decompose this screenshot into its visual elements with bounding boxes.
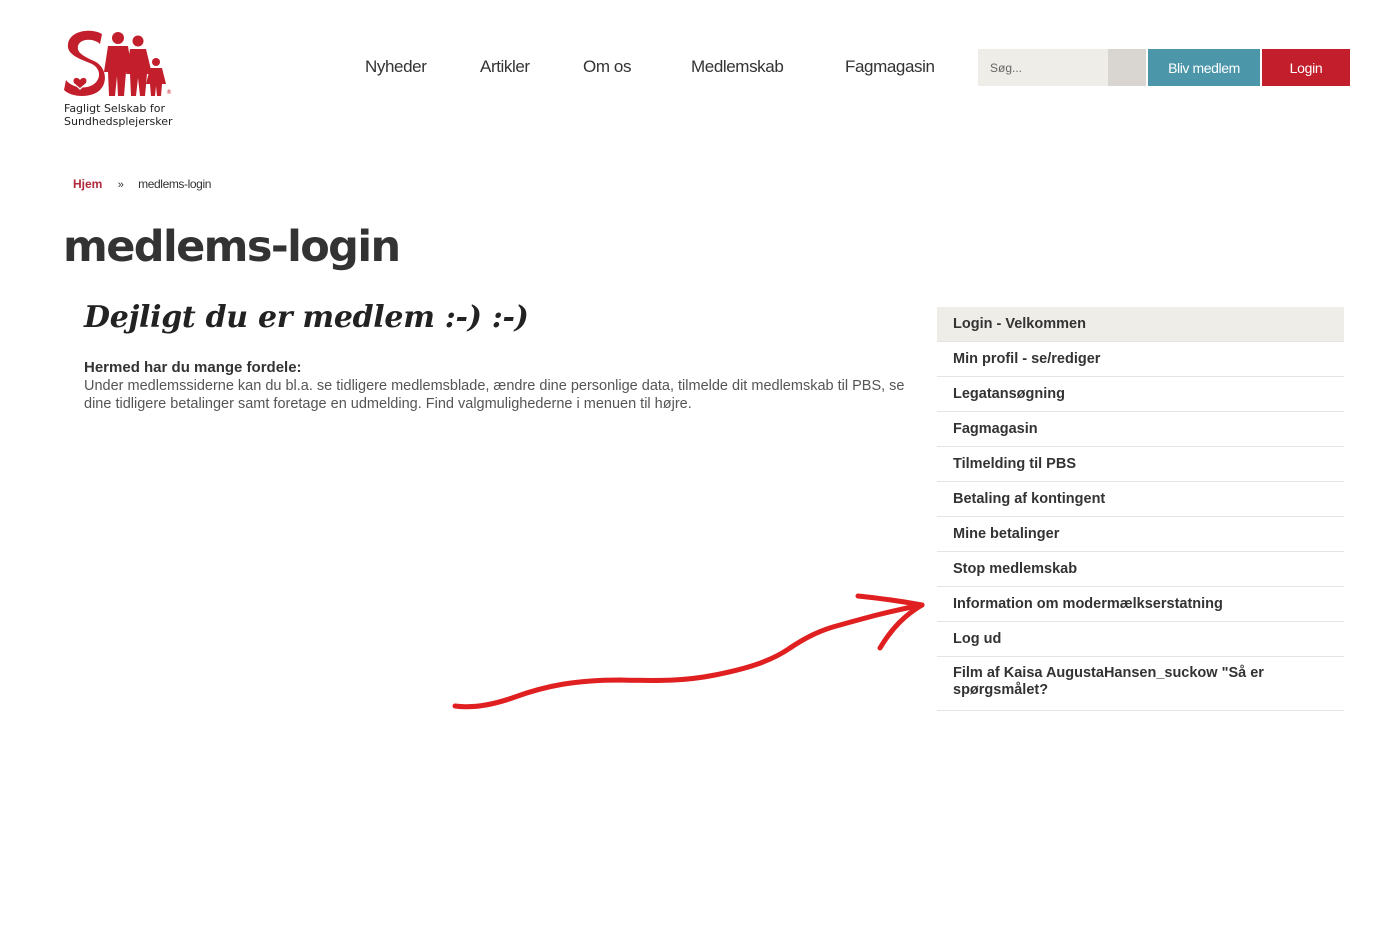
svg-text:®: ® [166, 89, 172, 96]
become-member-button[interactable]: Bliv medlem [1148, 49, 1260, 86]
side-menu-item-log-ud[interactable]: Log ud [937, 622, 1344, 657]
content-subhead: Hermed har du mange fordele: [84, 359, 302, 376]
side-menu-item-mine-betalinger[interactable]: Mine betalinger [937, 517, 1344, 552]
side-menu-item-film[interactable]: Film af Kaisa AugustaHansen_suckow "Så e… [937, 657, 1344, 711]
breadcrumb-home-link[interactable]: Hjem [73, 177, 102, 191]
member-side-menu: Login - Velkommen Min profil - se/redige… [937, 307, 1344, 711]
search-input[interactable] [978, 49, 1108, 86]
side-menu-item-legatansogning[interactable]: Legatansøgning [937, 377, 1344, 412]
logo-line-2: Sundhedsplejersker [64, 115, 173, 128]
side-menu-item-min-profil[interactable]: Min profil - se/rediger [937, 342, 1344, 377]
breadcrumb-separator: » [117, 179, 124, 191]
nav-item-medlemskab[interactable]: Medlemskab [691, 57, 784, 77]
side-menu-item-fagmagasin[interactable]: Fagmagasin [937, 412, 1344, 447]
nav-item-fagmagasin[interactable]: Fagmagasin [845, 57, 935, 77]
side-menu-item-modermaelkserstatning[interactable]: Information om modermælkserstatning [937, 587, 1344, 622]
side-menu-item-stop-medlemskab[interactable]: Stop medlemskab [937, 552, 1344, 587]
breadcrumb: Hjem » medlems-login [73, 177, 211, 191]
nav-item-om-os[interactable]: Om os [583, 57, 631, 77]
logo-family-icon: ® [64, 30, 172, 97]
site-logo[interactable]: ® Fagligt Selskab for Sundhedsplejersker [62, 28, 182, 132]
side-menu-item-tilmelding-pbs[interactable]: Tilmelding til PBS [937, 447, 1344, 482]
content-heading: Dejligt du er medlem :-) :-) [84, 300, 529, 335]
logo-text: Fagligt Selskab for Sundhedsplejersker [64, 102, 173, 128]
search-button[interactable] [1108, 49, 1146, 86]
logo-line-1: Fagligt Selskab for [64, 102, 166, 115]
login-button[interactable]: Login [1262, 49, 1350, 86]
side-menu-item-login-velkommen[interactable]: Login - Velkommen [937, 307, 1344, 342]
nav-item-artikler[interactable]: Artikler [480, 57, 530, 77]
side-menu-item-betaling-kontingent[interactable]: Betaling af kontingent [937, 482, 1344, 517]
nav-item-nyheder[interactable]: Nyheder [365, 57, 427, 77]
page-title: medlems-login [63, 222, 401, 272]
content-body: Under medlemssiderne kan du bl.a. se tid… [84, 378, 905, 412]
breadcrumb-current: medlems-login [138, 177, 211, 191]
